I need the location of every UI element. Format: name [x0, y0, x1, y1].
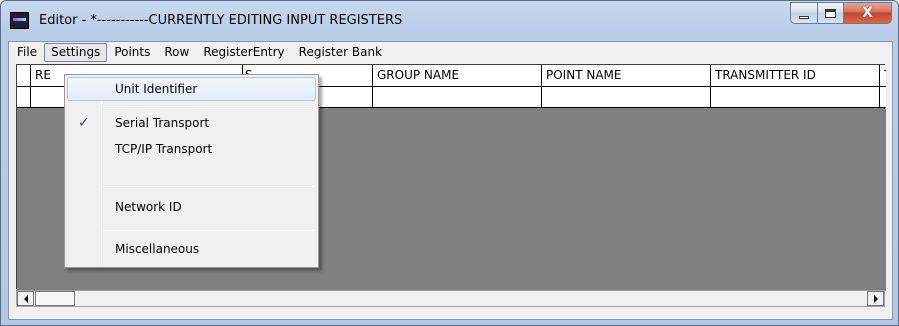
row-selector[interactable]: [17, 87, 31, 108]
maximize-button[interactable]: [818, 2, 844, 24]
grid-cell[interactable]: [373, 87, 542, 108]
menu-settings[interactable]: Settings: [44, 43, 108, 62]
menu-item-label: TCP/IP Transport: [115, 142, 213, 156]
menu-register-bank[interactable]: Register Bank: [292, 43, 389, 62]
app-icon[interactable]: [10, 12, 29, 29]
column-header-group-name[interactable]: GROUP NAME: [373, 65, 542, 87]
column-header-t[interactable]: T: [880, 65, 886, 87]
scroll-left-button[interactable]: [17, 291, 34, 306]
horizontal-scrollbar[interactable]: [16, 290, 885, 307]
minimize-icon: [799, 15, 809, 19]
arrow-right-icon: [873, 294, 878, 303]
menu-points[interactable]: Points: [107, 43, 157, 62]
menu-item-network-id[interactable]: Network ID: [67, 195, 316, 219]
menu-item-serial-transport[interactable]: ✓ Serial Transport: [67, 111, 316, 135]
menu-file[interactable]: File: [10, 43, 44, 62]
scrollbar-thumb[interactable]: [35, 291, 75, 306]
column-header-transmitter-id[interactable]: TRANSMITTER ID: [711, 65, 880, 87]
grid-cell[interactable]: [711, 87, 880, 108]
scroll-right-button[interactable]: [867, 291, 884, 306]
menu-row[interactable]: Row: [157, 43, 196, 62]
maximize-icon: [825, 8, 836, 18]
menu-item-label: Miscellaneous: [115, 242, 200, 256]
grid-cell[interactable]: [880, 87, 886, 108]
arrow-left-icon: [23, 294, 28, 303]
menu-item-label: Network ID: [115, 200, 182, 214]
row-selector-header[interactable]: [17, 65, 31, 87]
window-controls: X: [790, 2, 892, 24]
menu-separator: [103, 106, 314, 107]
column-header-point-name[interactable]: POINT NAME: [542, 65, 711, 87]
menu-registerentry[interactable]: RegisterEntry: [196, 43, 291, 62]
minimize-button[interactable]: [790, 2, 818, 24]
window-title: Editor - *-----------CURRENTLY EDITING I…: [39, 13, 403, 28]
menu-separator: [103, 230, 314, 231]
menu-item-label: Serial Transport: [115, 116, 210, 130]
settings-dropdown-menu: Unit Identifier ✓ Serial Transport TCP/I…: [64, 74, 319, 268]
menu-item-tcpip-transport[interactable]: TCP/IP Transport: [67, 137, 316, 161]
grid-cell[interactable]: [542, 87, 711, 108]
menu-item-label: Unit Identifier: [115, 82, 198, 96]
title-bar[interactable]: Editor - *-----------CURRENTLY EDITING I…: [1, 1, 898, 41]
menu-bar: File Settings Points Row RegisterEntry R…: [9, 42, 892, 63]
menu-separator: [103, 186, 314, 187]
close-icon: X: [862, 5, 873, 21]
checkmark-icon: ✓: [78, 115, 90, 131]
menu-item-unit-identifier[interactable]: Unit Identifier: [67, 77, 316, 101]
close-button[interactable]: X: [844, 2, 892, 24]
menu-item-miscellaneous[interactable]: Miscellaneous: [67, 237, 316, 261]
